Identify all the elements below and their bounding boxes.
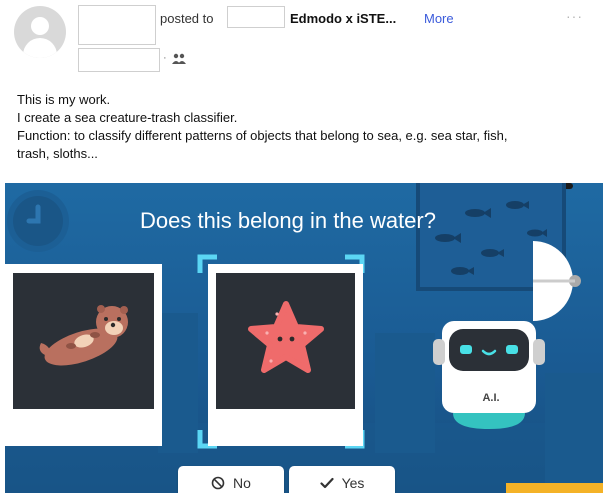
group-name-link[interactable]: Edmodo x iSTE... (290, 11, 396, 26)
attached-image[interactable]: A.I. Does this belong in the water? No Y… (5, 183, 603, 493)
timestamp-redacted (78, 48, 160, 72)
author-avatar[interactable] (14, 6, 66, 58)
post-line-3: Function: to classify different patterns… (17, 128, 508, 143)
question-heading: Does this belong in the water? (140, 208, 436, 233)
author-name-redacted[interactable] (78, 5, 156, 45)
robot-label: A.I. (482, 392, 499, 404)
avatar-head (31, 17, 49, 35)
post-body: This is my work. I create a sea creature… (17, 91, 597, 163)
more-options-icon[interactable]: ··· (566, 8, 583, 24)
post-line-2: I create a sea creature-trash classifier… (17, 110, 238, 125)
avatar-torso (23, 38, 57, 58)
more-link[interactable]: More (424, 11, 454, 26)
yes-button[interactable]: Yes (289, 466, 395, 493)
posted-to-text: posted to (160, 11, 214, 26)
recipient-name-redacted[interactable] (227, 6, 285, 28)
otter-card (5, 264, 162, 446)
orange-panel (506, 483, 603, 493)
starfish-card (208, 264, 363, 446)
groups-icon (172, 53, 186, 64)
no-button-label: No (233, 475, 251, 491)
post-line-1: This is my work. (17, 92, 111, 107)
post-line-4: trash, sloths... (17, 146, 98, 161)
check-icon (319, 477, 334, 489)
no-button[interactable]: No (178, 466, 284, 493)
yes-button-label: Yes (341, 475, 365, 491)
no-icon (211, 476, 225, 490)
meta-separator: · (163, 52, 167, 64)
